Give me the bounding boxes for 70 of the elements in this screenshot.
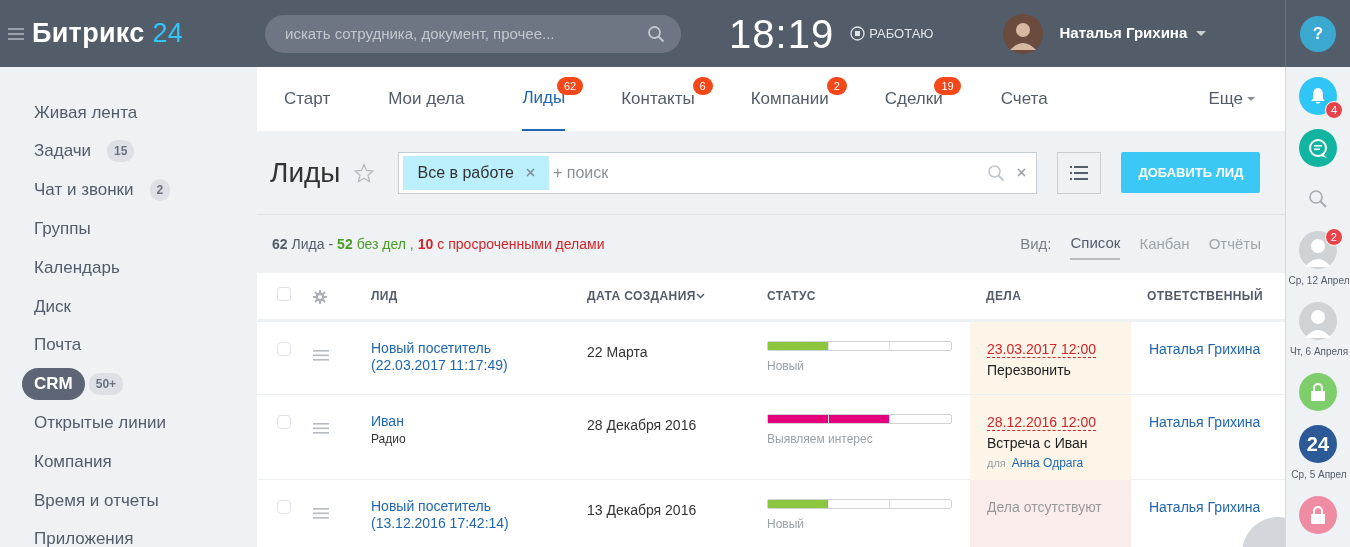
lead-source: Радио bbox=[371, 431, 407, 448]
due-date[interactable]: 28.12.2016 12:00 bbox=[987, 414, 1096, 431]
sidebar-item[interactable]: Компания bbox=[22, 445, 124, 478]
count: 62 bbox=[272, 234, 288, 254]
logo[interactable]: Битрикс 24 bbox=[32, 13, 184, 54]
lead-link[interactable]: Новый посетитель (13.12.2016 17:42:14) bbox=[371, 498, 521, 532]
responsible-link[interactable]: Наталья Грихина bbox=[1131, 395, 1261, 433]
counter-badge: 15 bbox=[107, 140, 135, 163]
column-header[interactable]: ДЕЛА bbox=[986, 287, 1022, 305]
activity-title: Встреча с Иван bbox=[987, 434, 1089, 453]
responsible-link[interactable]: Наталья Грихина bbox=[1131, 322, 1261, 360]
tab[interactable]: Счета bbox=[1000, 67, 1048, 131]
due-date[interactable]: 23.03.2017 12:00 bbox=[987, 341, 1096, 358]
status-label: Новый bbox=[767, 358, 806, 375]
tab[interactable]: Мои дела bbox=[388, 67, 465, 131]
filter-field[interactable]: Все в работе + поиск bbox=[398, 151, 1038, 194]
count-badge: 2 bbox=[826, 77, 847, 95]
sidebar-item[interactable]: Время и отчеты bbox=[22, 484, 171, 517]
column-header[interactable]: ЛИД bbox=[371, 287, 398, 305]
status-label: Новый bbox=[767, 516, 806, 533]
tab[interactable]: Старт bbox=[284, 67, 331, 131]
tab[interactable]: Контакты bbox=[621, 67, 695, 131]
clock-time: 18:19 bbox=[729, 10, 835, 58]
sidebar-item[interactable]: Открытые линии bbox=[22, 407, 179, 439]
summary-text: без дел , bbox=[356, 234, 414, 254]
count: 52 bbox=[337, 234, 353, 254]
date-text: 22 Марта bbox=[587, 344, 648, 360]
date-text: 13 Декабря 2016 bbox=[587, 502, 697, 518]
sidebar-item[interactable]: CRM bbox=[22, 368, 85, 400]
column-header[interactable]: СТАТУС bbox=[767, 287, 816, 305]
count: 10 bbox=[417, 234, 434, 254]
work-status[interactable]: РАБОТАЮ bbox=[869, 23, 934, 44]
date-caption: Ср, 12 Апрел bbox=[1288, 274, 1350, 288]
view-label: Вид: bbox=[1020, 233, 1052, 254]
empty-text: Дела отсутствуют bbox=[987, 499, 1102, 515]
counter-badge: 50+ bbox=[88, 372, 124, 395]
more-tab[interactable]: Еще bbox=[1208, 67, 1255, 131]
sidebar-item[interactable]: Живая лента bbox=[22, 96, 150, 129]
user-name[interactable]: Наталья Грихина bbox=[1059, 22, 1188, 45]
sidebar-item[interactable]: Диск bbox=[22, 290, 83, 323]
column-header[interactable]: ДАТА СОЗДАНИЯ bbox=[587, 287, 705, 305]
date-caption: Чт, 6 Апреля bbox=[1289, 345, 1349, 359]
sidebar-item[interactable]: Группы bbox=[22, 213, 103, 245]
sidebar-item[interactable]: Чат и звонки bbox=[22, 174, 146, 206]
app-button[interactable]: 24 bbox=[1299, 425, 1337, 463]
lead-link[interactable]: Иван bbox=[371, 413, 521, 430]
count-badge: 6 bbox=[692, 77, 713, 95]
column-header[interactable]: ОТВЕТСТВЕННЫЙ bbox=[1147, 287, 1263, 305]
sidebar-item[interactable]: Задачи bbox=[22, 135, 104, 167]
sidebar-item[interactable]: Почта bbox=[22, 329, 94, 361]
lead-link[interactable]: Новый посетитель (22.03.2017 11:17:49) bbox=[371, 340, 521, 374]
search-field[interactable]: искать сотрудника, документ, прочее... bbox=[265, 14, 682, 53]
sidebar-item[interactable]: Приложения bbox=[22, 523, 146, 547]
summary-text: Лида - bbox=[291, 234, 334, 254]
activity-title: Перезвонить bbox=[987, 361, 1072, 380]
date-text: 28 Декабря 2016 bbox=[587, 417, 697, 433]
for-label: для bbox=[987, 456, 1006, 471]
status-label: Выявляем интерес bbox=[767, 431, 874, 448]
summary-text: с просроченными делами bbox=[437, 234, 605, 254]
count-badge: 19 bbox=[934, 77, 961, 95]
contact-link[interactable]: Анна Одрага bbox=[1011, 454, 1084, 472]
tab[interactable]: Компании bbox=[750, 67, 829, 131]
page-title: Лиды bbox=[270, 155, 341, 190]
count-badge: 62 bbox=[556, 77, 584, 95]
counter-badge: 2 bbox=[149, 179, 171, 201]
sidebar-item[interactable]: Календарь bbox=[22, 251, 132, 284]
filter-chip[interactable]: Все в работе bbox=[403, 155, 549, 190]
view-tab[interactable]: Список bbox=[1070, 227, 1121, 261]
date-caption: Ср, 5 Апрел bbox=[1291, 468, 1347, 482]
responsible-link[interactable]: Наталья Грихина bbox=[1131, 480, 1261, 518]
